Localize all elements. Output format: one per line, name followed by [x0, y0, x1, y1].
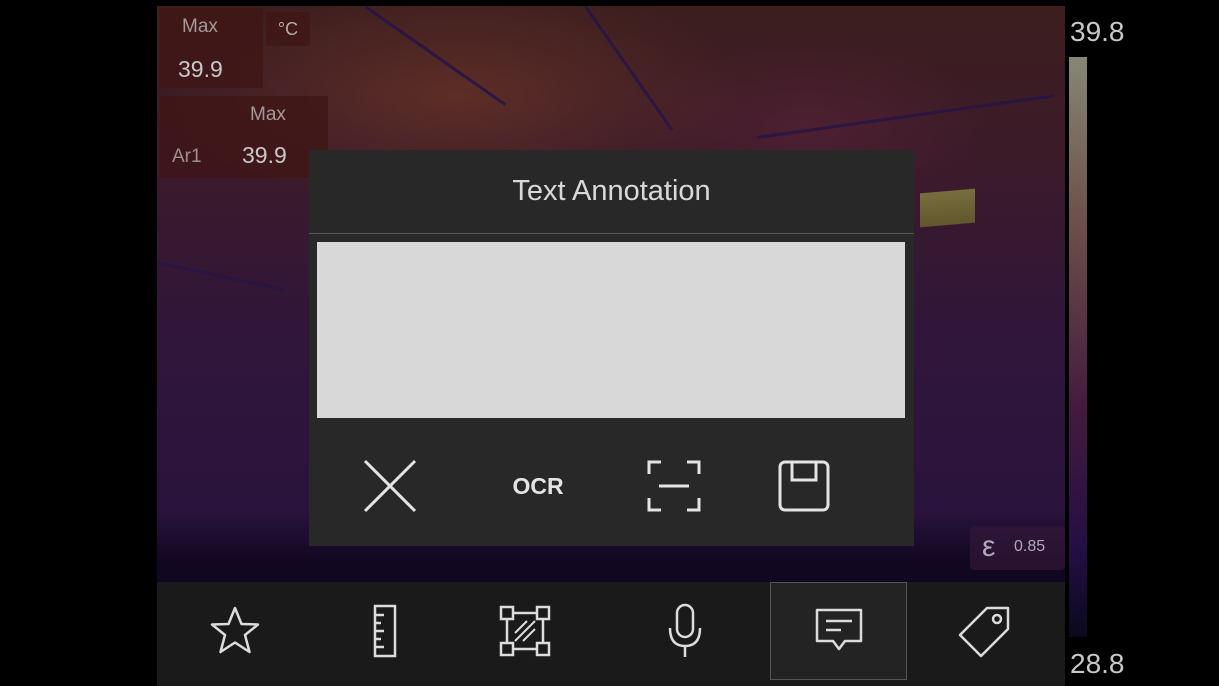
scan-icon: [647, 460, 701, 512]
text-annotation-tool[interactable]: [770, 582, 907, 680]
save-button[interactable]: [749, 446, 859, 526]
voice-annotation-tool[interactable]: [617, 582, 752, 680]
max-value: 39.9: [178, 56, 223, 82]
tag-tool[interactable]: [917, 582, 1052, 680]
scale-max-value: 39.8: [1070, 16, 1125, 47]
emissivity-indicator[interactable]: ε 0.85: [970, 526, 1065, 570]
camera-screen: Max 39.9 °C Max Ar1 39.9 39.8 28.8 ε 0.8…: [0, 0, 1219, 686]
ocr-button[interactable]: OCR: [483, 446, 593, 526]
ruler-icon: [373, 604, 396, 658]
annotation-text-input[interactable]: [317, 242, 905, 418]
scan-button[interactable]: [619, 446, 729, 526]
dialog-title: Text Annotation: [512, 175, 711, 207]
text-annotation-dialog: Text Annotation OCR: [309, 150, 914, 546]
close-icon: [363, 459, 417, 513]
star-icon: [210, 606, 259, 654]
area-max-value: 39.9: [242, 142, 287, 168]
bottom-toolbar: [157, 582, 1065, 686]
area-max-label: Max: [250, 104, 286, 125]
max-temperature-box[interactable]: Max 39.9: [160, 8, 263, 88]
unit-badge[interactable]: °C: [266, 12, 310, 46]
ocr-label: OCR: [512, 472, 564, 499]
area-select-icon: [499, 605, 550, 657]
ruler-tool[interactable]: [317, 582, 452, 680]
emissivity-symbol: ε: [982, 530, 996, 563]
area-select-tool[interactable]: [457, 582, 592, 680]
favorite-tool[interactable]: [167, 582, 302, 680]
area-measurement-box[interactable]: Max Ar1 39.9: [160, 96, 328, 178]
scale-min-value: 28.8: [1070, 648, 1125, 679]
tag-icon: [958, 606, 1009, 658]
dialog-divider: [309, 233, 914, 234]
microphone-icon: [668, 603, 701, 657]
max-label: Max: [182, 16, 218, 37]
emissivity-value: 0.85: [1014, 538, 1046, 555]
color-scale-bar: [1069, 57, 1087, 637]
close-button[interactable]: [335, 446, 445, 526]
save-icon: [778, 460, 830, 512]
warm-region: [920, 188, 975, 228]
area-name: Ar1: [172, 146, 202, 167]
text-message-icon: [815, 608, 862, 651]
